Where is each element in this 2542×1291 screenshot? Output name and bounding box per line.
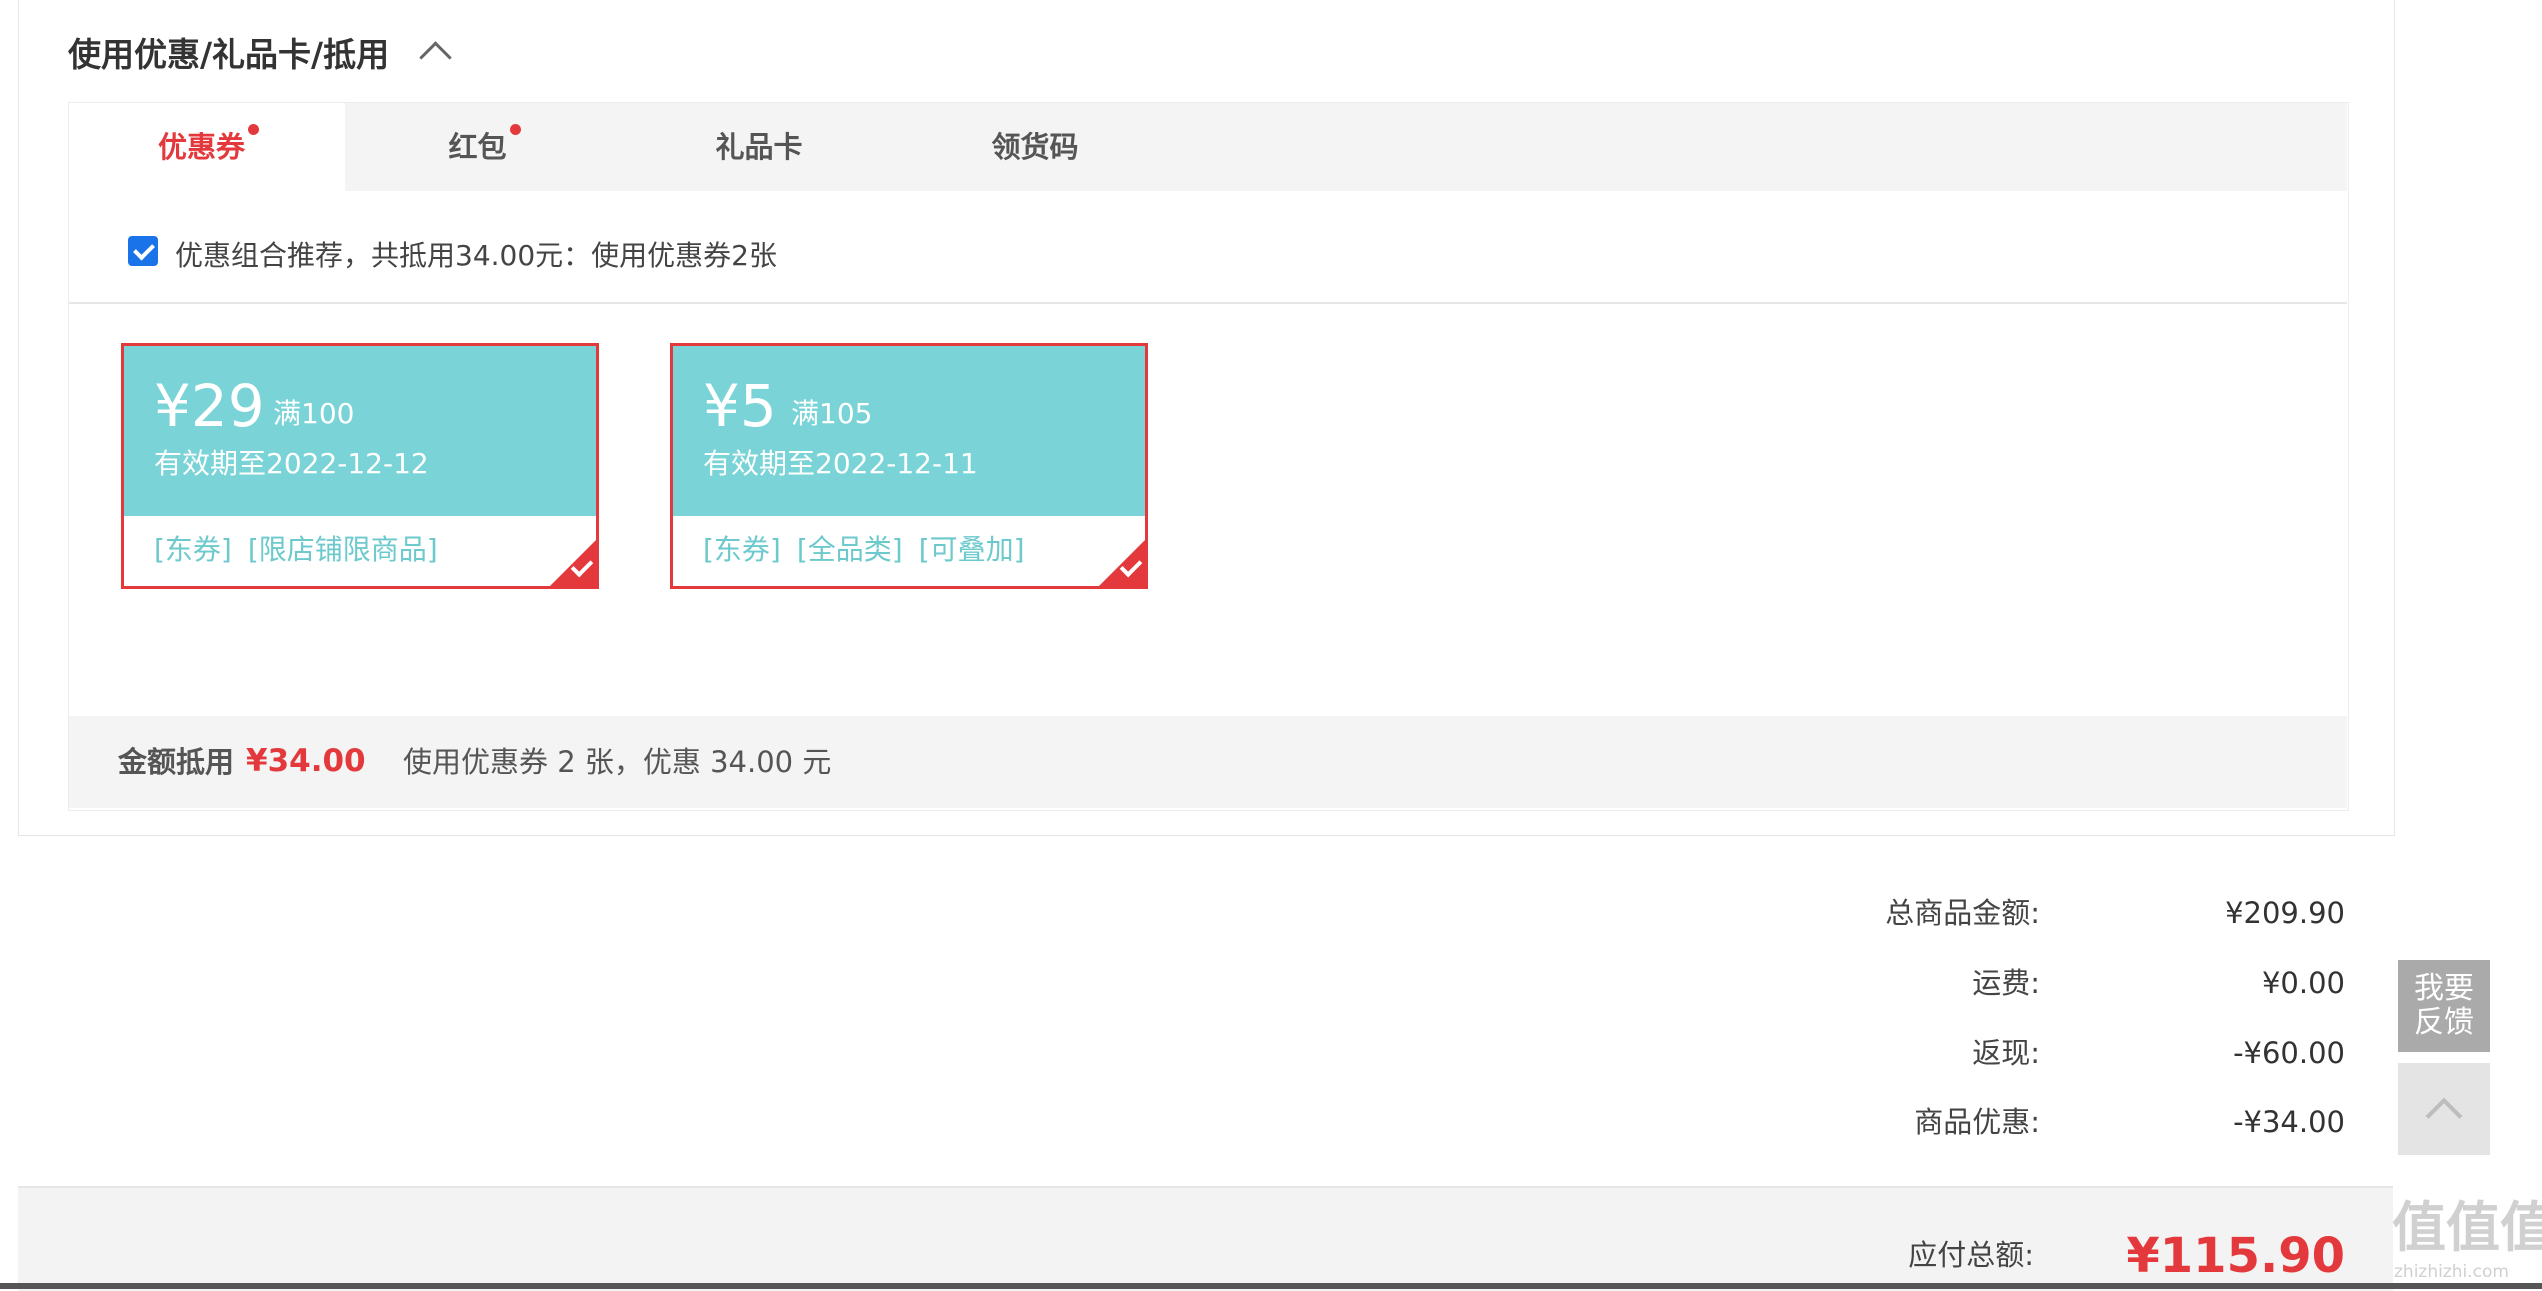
feedback-label-line1: 我要 — [2414, 971, 2474, 1006]
summary-label: 金额抵用 — [118, 745, 235, 779]
divider — [69, 302, 2347, 304]
cashback-label: 返现: — [1972, 1036, 2040, 1070]
summary-amount: ¥34.00 — [246, 743, 366, 779]
coupon-tag: [全品类] — [796, 533, 903, 566]
combo-recommend-checkbox[interactable] — [128, 236, 158, 266]
coupon-header: ¥5 满105 有效期至2022-12-11 — [673, 346, 1145, 516]
tab-label: 领货码 — [991, 130, 1079, 164]
back-to-top-button[interactable] — [2398, 1063, 2490, 1155]
tab-gift-card[interactable]: 礼品卡 — [621, 103, 897, 191]
total-goods-label: 总商品金额: — [1885, 896, 2040, 930]
total-goods-value: ¥209.90 — [2225, 896, 2345, 930]
tab-label: 优惠券 — [157, 130, 245, 164]
coupon-header: ¥29 满100 有效期至2022-12-12 — [124, 346, 596, 516]
cashback-value: -¥60.00 — [2233, 1036, 2345, 1070]
coupon-amount: ¥29 — [154, 372, 265, 440]
notification-dot-icon — [509, 123, 521, 135]
coupon-validity: 有效期至2022-12-11 — [703, 447, 978, 480]
coupon-card[interactable]: ¥29 满100 有效期至2022-12-12 [东券] [限店铺限商品] — [121, 343, 599, 589]
notification-dot-icon — [248, 123, 259, 135]
coupon-tag: [东券] — [154, 533, 232, 566]
shipping-value: ¥0.00 — [2261, 966, 2345, 1000]
coupon-tag: [可叠加] — [918, 533, 1025, 566]
coupon-tag: [限店铺限商品] — [247, 533, 438, 566]
coupon-validity: 有效期至2022-12-12 — [154, 447, 429, 480]
payable-label: 应付总额: — [1908, 1238, 2034, 1272]
coupon-tags: [东券] [全品类] [可叠加] — [703, 532, 1041, 568]
tab-label: 礼品卡 — [715, 130, 803, 164]
coupon-condition: 满100 — [273, 397, 355, 430]
summary-description: 使用优惠券 2 张，优惠 34.00 元 — [403, 745, 832, 779]
combo-recommend-text: 优惠组合推荐，共抵用34.00元：使用优惠券2张 — [175, 239, 777, 272]
watermark: 值值值 — [2392, 1196, 2542, 1259]
section-title: 使用优惠/礼品卡/抵用 — [68, 35, 390, 74]
product-discount-label: 商品优惠: — [1914, 1105, 2040, 1139]
tab-label: 红包 — [448, 130, 507, 164]
feedback-label-line2: 反馈 — [2414, 1005, 2474, 1040]
payable-value: ¥115.90 — [2126, 1228, 2345, 1284]
coupon-card[interactable]: ¥5 满105 有效期至2022-12-11 [东券] [全品类] [可叠加] — [670, 343, 1148, 589]
product-discount-value: -¥34.00 — [2233, 1105, 2345, 1139]
coupon-condition: 满105 — [791, 397, 873, 430]
watermark-url: zhizhizhi.com — [2394, 1262, 2509, 1282]
coupon-tags: [东券] [限店铺限商品] — [154, 532, 454, 568]
chevron-up-icon — [2425, 1097, 2463, 1135]
tab-red-packet[interactable]: 红包 — [345, 103, 621, 191]
coupon-tag: [东券] — [703, 533, 781, 566]
shipping-label: 运费: — [1972, 966, 2040, 1000]
coupon-amount: ¥5 — [703, 372, 777, 440]
payable-bar — [18, 1186, 2393, 1291]
tab-redeem-code[interactable]: 领货码 — [897, 103, 1173, 191]
feedback-button[interactable]: 我要 反馈 — [2398, 960, 2490, 1052]
tab-coupons[interactable]: 优惠券 — [69, 103, 345, 191]
bottom-edge — [0, 1283, 2542, 1289]
